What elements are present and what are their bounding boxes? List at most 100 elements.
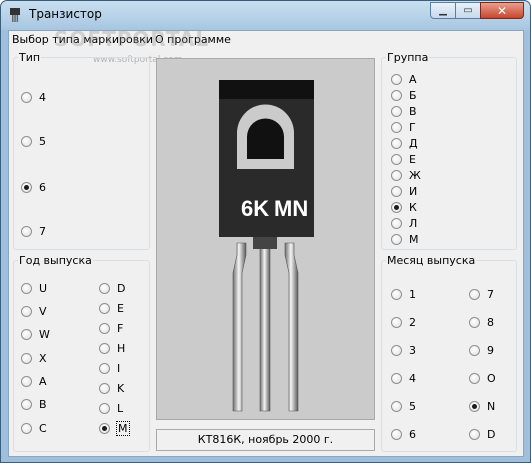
- transistor-mark-left: 6K: [241, 196, 269, 221]
- radio-indicator: [99, 383, 110, 394]
- maximize-button[interactable]: ▭: [455, 2, 481, 19]
- year-option-W[interactable]: W: [21, 328, 50, 341]
- window-title: Транзистор: [29, 7, 102, 21]
- group-option-D[interactable]: Д: [391, 137, 418, 150]
- radio-indicator: [391, 122, 402, 133]
- year-option-B[interactable]: B: [21, 398, 47, 411]
- type-option-4[interactable]: 4: [21, 91, 46, 104]
- month-option-O[interactable]: O: [469, 372, 496, 385]
- radio-indicator: [21, 136, 32, 147]
- radio-indicator: [99, 283, 110, 294]
- year-option-X[interactable]: X: [21, 352, 47, 365]
- month-option-label: 7: [487, 288, 494, 301]
- month-option-label: 8: [487, 316, 494, 329]
- radio-indicator: [21, 353, 32, 364]
- month-option-label: D: [487, 428, 496, 441]
- type-option-6[interactable]: 6: [21, 181, 46, 194]
- radio-indicator: [99, 323, 110, 334]
- radio-indicator: [391, 170, 402, 181]
- group-option-V[interactable]: В: [391, 105, 417, 118]
- close-button[interactable]: ✕: [480, 2, 524, 19]
- app-window: Транзистор ▁ ▭ ✕ Выбор типа маркировки О…: [0, 0, 531, 463]
- year-option-label: A: [39, 375, 47, 388]
- year-option-K[interactable]: K: [99, 382, 124, 395]
- type-option-7[interactable]: 7: [21, 225, 46, 238]
- year-option-U[interactable]: U: [21, 282, 47, 295]
- year-option-label: L: [117, 402, 124, 415]
- year-groupbox: Год выпуска U V W X A B C D E F H I K L …: [13, 254, 150, 452]
- month-option-label: 3: [409, 344, 416, 357]
- radio-indicator: [469, 429, 480, 440]
- type-option-label: 4: [39, 91, 46, 104]
- transistor-image-panel: 6K MN: [156, 58, 375, 420]
- radio-indicator: [21, 399, 32, 410]
- group-option-M[interactable]: М: [391, 233, 419, 246]
- year-option-F[interactable]: F: [99, 322, 123, 335]
- type-group-label: Тип: [19, 51, 41, 64]
- radio-indicator: [21, 226, 32, 237]
- radio-indicator-checked: [391, 202, 402, 213]
- group-groupbox: Группа А Б В Г Д Е Ж И К Л М: [381, 51, 517, 250]
- year-option-A[interactable]: A: [21, 375, 47, 388]
- client-area: Выбор типа маркировки О программе SOFTPO…: [8, 27, 524, 457]
- month-option-label: 4: [409, 372, 416, 385]
- radio-indicator: [21, 283, 32, 294]
- minimize-button[interactable]: ▁: [430, 2, 456, 19]
- radio-indicator-checked: [99, 423, 110, 434]
- radio-indicator: [391, 289, 402, 300]
- group-option-Zh[interactable]: Ж: [391, 169, 421, 182]
- group-option-L[interactable]: Л: [391, 217, 417, 230]
- month-option-7[interactable]: 7: [469, 288, 494, 301]
- radio-indicator: [469, 373, 480, 384]
- group-option-E[interactable]: Е: [391, 153, 416, 166]
- month-option-5[interactable]: 5: [391, 400, 416, 413]
- radio-indicator: [391, 186, 402, 197]
- group-option-I[interactable]: И: [391, 185, 417, 198]
- group-option-B[interactable]: Б: [391, 89, 417, 102]
- group-option-A[interactable]: А: [391, 73, 417, 86]
- year-option-H[interactable]: H: [99, 342, 125, 355]
- month-option-8[interactable]: 8: [469, 316, 494, 329]
- radio-indicator: [391, 373, 402, 384]
- type-option-label: 5: [39, 135, 46, 148]
- radio-indicator: [391, 429, 402, 440]
- title-bar[interactable]: Транзистор ▁ ▭ ✕: [1, 1, 530, 29]
- group-group-label: Группа: [387, 51, 429, 64]
- month-option-1[interactable]: 1: [391, 288, 416, 301]
- year-option-C[interactable]: C: [21, 422, 47, 435]
- transistor-image: 6K MN: [219, 80, 314, 412]
- year-option-label: B: [39, 398, 47, 411]
- month-option-D[interactable]: D: [469, 428, 495, 441]
- radio-indicator: [21, 92, 32, 103]
- year-option-M[interactable]: M: [99, 421, 130, 436]
- radio-indicator: [391, 218, 402, 229]
- month-option-label: 1: [409, 288, 416, 301]
- month-option-3[interactable]: 3: [391, 344, 416, 357]
- radio-indicator: [21, 329, 32, 340]
- year-option-I[interactable]: I: [99, 362, 120, 375]
- year-option-L[interactable]: L: [99, 402, 123, 415]
- year-option-label: I: [117, 362, 121, 375]
- group-option-G[interactable]: Г: [391, 121, 416, 134]
- radio-indicator-checked: [21, 182, 32, 193]
- group-option-K[interactable]: К: [391, 201, 417, 214]
- type-option-5[interactable]: 5: [21, 135, 46, 148]
- month-option-4[interactable]: 4: [391, 372, 416, 385]
- month-option-6[interactable]: 6: [391, 428, 416, 441]
- month-option-label: 6: [409, 428, 416, 441]
- year-option-V[interactable]: V: [21, 305, 47, 318]
- month-option-2[interactable]: 2: [391, 316, 416, 329]
- year-option-E[interactable]: E: [99, 302, 124, 315]
- month-option-9[interactable]: 9: [469, 344, 494, 357]
- group-option-label: В: [409, 105, 417, 118]
- month-option-label: 9: [487, 344, 494, 357]
- year-option-label: M: [116, 421, 130, 436]
- radio-indicator: [99, 343, 110, 354]
- month-group-label: Месяц выпуска: [387, 254, 476, 267]
- month-option-N[interactable]: N: [469, 400, 495, 413]
- year-option-D[interactable]: D: [99, 282, 125, 295]
- transistor-mark-right: MN: [274, 196, 308, 221]
- status-field: КТ816К, ноябрь 2000 г.: [156, 429, 375, 451]
- minimize-icon: ▁: [439, 5, 447, 16]
- type-option-label: 7: [39, 225, 46, 238]
